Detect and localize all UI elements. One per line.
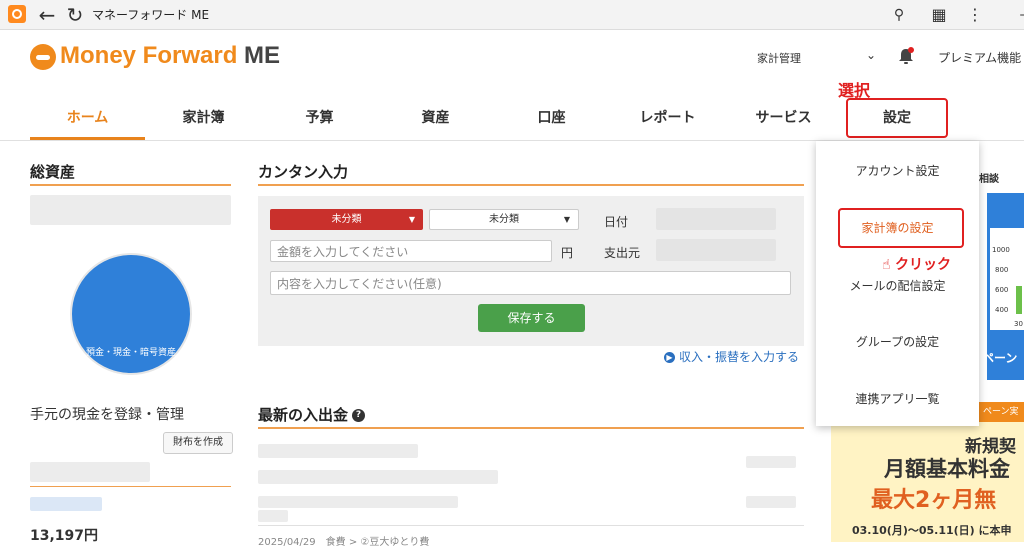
- tab-report[interactable]: レポート: [610, 98, 725, 138]
- premium-features-link[interactable]: プレミアム機能: [938, 49, 1021, 66]
- tab-budget[interactable]: 予算: [262, 98, 377, 138]
- category-main-select[interactable]: 未分類 ▼: [270, 209, 423, 230]
- category-sub-select[interactable]: 未分類 ▼: [429, 209, 579, 230]
- annotation-click: ☝ クリック: [882, 254, 951, 274]
- more-icon[interactable]: –: [1010, 2, 1024, 28]
- tick-label: 600: [995, 286, 1009, 294]
- logo-text: Money Forward: [60, 42, 238, 69]
- favicon-icon: [8, 5, 26, 23]
- help-icon[interactable]: ?: [352, 409, 366, 422]
- zoom-icon[interactable]: ⚲: [886, 2, 912, 28]
- date-input-blurred[interactable]: [656, 208, 776, 230]
- menu-item-group-settings[interactable]: グループの設定: [816, 333, 979, 350]
- payer-select-blurred[interactable]: [656, 239, 776, 261]
- hand-pointer-icon: ☝: [882, 257, 891, 273]
- memo-input[interactable]: 内容を入力してください(任意): [270, 271, 791, 295]
- tick-label: 400: [995, 306, 1009, 314]
- transaction-row-blurred: [258, 444, 418, 458]
- payer-label: 支出元: [604, 246, 641, 260]
- banner-line-4: 03.10(月)〜05.11(日) に本申: [852, 524, 1012, 537]
- recent-title-text: 最新の入出金: [258, 406, 349, 424]
- wallet-name-blurred: [30, 462, 150, 482]
- category-sub-value: 未分類: [489, 214, 519, 225]
- recent-underline: [258, 427, 804, 429]
- tick-label: 30: [1014, 320, 1023, 328]
- chevron-down-icon[interactable]: ⌄: [866, 48, 876, 62]
- banner-line-3: 最大2ヶ月無: [871, 488, 997, 513]
- transaction-row-blurred: [258, 510, 288, 522]
- consult-label: 相談: [979, 174, 999, 185]
- bell-icon[interactable]: [898, 47, 914, 65]
- logo[interactable]: Money Forward ME: [60, 42, 280, 70]
- category-main-value: 未分類: [331, 214, 362, 225]
- tab-household-book[interactable]: 家計簿: [146, 98, 261, 138]
- tab-home[interactable]: ホーム: [30, 98, 145, 140]
- arrow-circle-icon: ▶: [664, 352, 675, 363]
- cash-register-label: 手元の現金を登録・管理: [30, 407, 184, 423]
- recent-transactions-title: 最新の入出金?: [258, 404, 366, 425]
- banner-line-2: 月額基本料金: [884, 457, 1010, 481]
- amount-input[interactable]: 金額を入力してください: [270, 240, 552, 262]
- date-label: 日付: [604, 215, 629, 229]
- section-underline: [30, 184, 231, 186]
- logo-me: ME: [244, 42, 281, 69]
- transaction-row-blurred: [258, 470, 498, 484]
- household-selector[interactable]: 家計管理: [757, 50, 801, 66]
- quick-input-underline: [258, 184, 804, 186]
- banner-top: ペーン実: [979, 402, 1024, 422]
- caret-down-icon: ▼: [563, 215, 570, 224]
- menu-item-account-settings[interactable]: アカウント設定: [816, 162, 979, 179]
- quick-input-title: カンタン入力: [258, 163, 349, 181]
- menu-item-linked-apps[interactable]: 連携アプリ一覧: [816, 390, 979, 407]
- yen-unit: 円: [561, 246, 574, 260]
- tick-label: 800: [995, 266, 1009, 274]
- puzzle-icon[interactable]: ▦: [926, 2, 952, 28]
- tick-label: 1000: [992, 246, 1010, 254]
- campaign-label: ペーン: [982, 351, 1018, 365]
- annotation-click-text: クリック: [894, 257, 951, 273]
- create-wallet-button[interactable]: 財布を作成: [163, 432, 233, 454]
- annotation-highlight-settings: [846, 98, 948, 138]
- annotation-highlight-household-settings: [838, 208, 964, 248]
- wallet-divider: [30, 486, 231, 487]
- promo-chart-area: 1000 800 600 400 30: [990, 228, 1024, 330]
- cash-amount: 13,197円: [30, 528, 99, 544]
- menu-item-mail-settings[interactable]: メールの配信設定: [816, 277, 979, 294]
- row-divider: [258, 525, 804, 526]
- promo-bar: [1016, 286, 1022, 314]
- save-button[interactable]: 保存する: [478, 304, 585, 332]
- total-assets-value-blurred: [30, 195, 231, 225]
- total-assets-title: 総資産: [30, 163, 76, 181]
- income-transfer-link[interactable]: ▶ 収入・振替を入力する: [664, 348, 799, 365]
- transaction-amount-blurred: [746, 456, 796, 468]
- transaction-amount-blurred: [746, 496, 796, 508]
- wallet-link-blurred[interactable]: [30, 497, 102, 511]
- tab-accounts[interactable]: 口座: [494, 98, 609, 138]
- tab-assets[interactable]: 資産: [378, 98, 493, 138]
- money-forward-logo-icon[interactable]: [30, 44, 56, 70]
- reload-icon[interactable]: ↻: [62, 2, 88, 28]
- transaction-date-line: 2025/04/29 食費 > ②豆大ゆとり費: [258, 537, 430, 548]
- transaction-row-blurred: [258, 496, 458, 508]
- kebab-menu-icon[interactable]: ⋮: [962, 2, 988, 28]
- caret-down-icon: ▼: [408, 215, 415, 224]
- tab-title: マネーフォワード ME: [92, 8, 210, 22]
- tab-services[interactable]: サービス: [726, 98, 841, 138]
- income-transfer-link-text: 収入・振替を入力する: [679, 350, 800, 364]
- back-arrow-icon[interactable]: ←: [34, 2, 60, 28]
- pie-label: 預金・現金・暗号資産: [85, 348, 176, 358]
